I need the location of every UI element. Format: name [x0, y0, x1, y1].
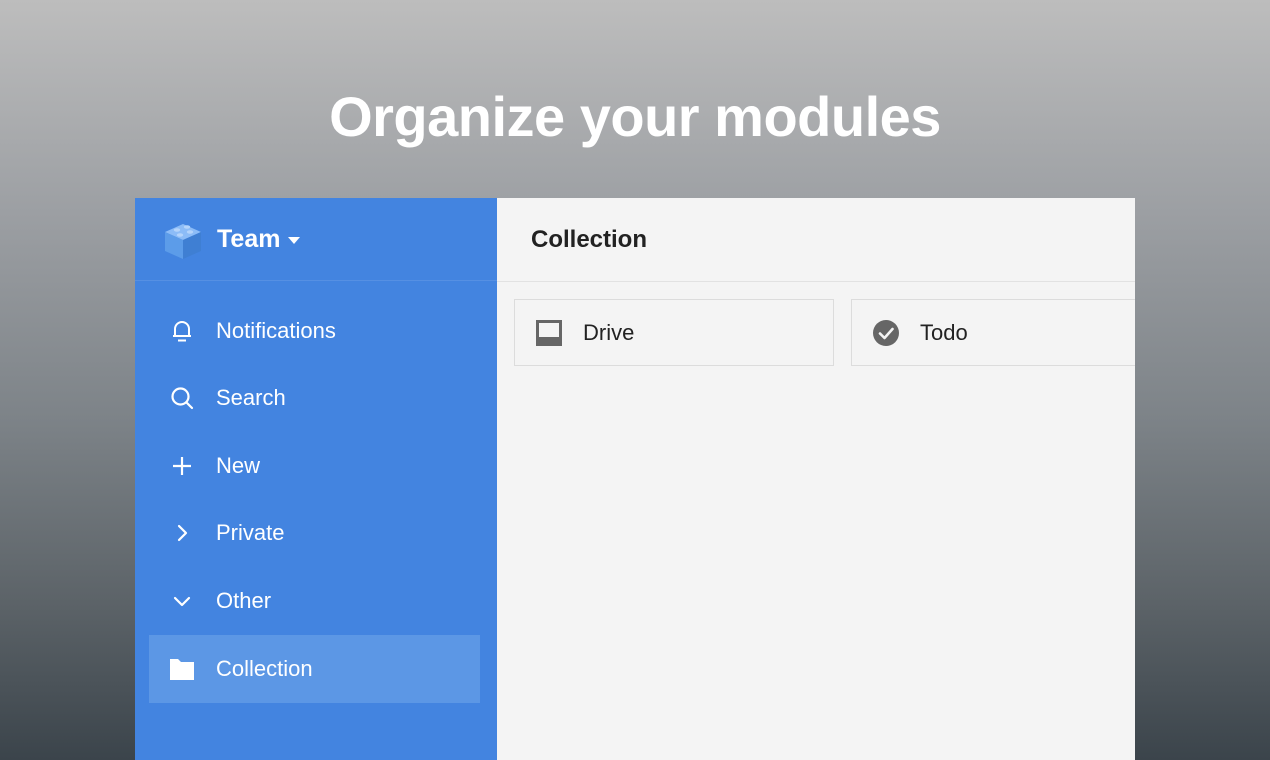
lego-brick-icon — [165, 224, 201, 259]
check-circle-icon — [872, 319, 900, 347]
page-title: Collection — [531, 225, 648, 253]
sidebar-item-label: Collection — [216, 655, 313, 681]
team-switcher[interactable]: Team — [135, 198, 497, 281]
sidebar-item-other[interactable]: Other — [135, 567, 497, 635]
sidebar-item-new[interactable]: New — [135, 432, 497, 500]
module-card-todo[interactable]: Todo — [851, 299, 1135, 366]
bell-icon — [169, 318, 195, 344]
main-header: Collection — [497, 198, 1135, 282]
team-name: Team — [217, 224, 281, 253]
folder-icon — [169, 656, 195, 682]
sidebar-item-private[interactable]: Private — [135, 500, 497, 568]
chevron-right-icon — [169, 520, 195, 546]
module-card-label: Todo — [920, 319, 968, 345]
sidebar: Team Notifications Search New Private Ot… — [135, 198, 497, 760]
headline: Organize your modules — [329, 85, 941, 148]
module-card-label: Drive — [583, 319, 635, 345]
app-window: Team Notifications Search New Private Ot… — [135, 198, 1135, 760]
caret-down-icon — [288, 237, 301, 244]
sidebar-item-collection[interactable]: Collection — [149, 634, 480, 703]
sidebar-item-label: Private — [216, 520, 285, 546]
plus-icon — [169, 453, 195, 479]
sidebar-item-label: Other — [216, 587, 272, 613]
sidebar-item-label: Search — [216, 385, 286, 411]
drive-icon — [535, 319, 563, 347]
chevron-down-icon — [169, 588, 195, 614]
sidebar-item-search[interactable]: Search — [135, 365, 497, 433]
search-icon — [169, 385, 195, 411]
main-panel: Collection Drive Todo — [497, 198, 1135, 760]
sidebar-nav: Notifications Search New Private Other C… — [135, 281, 497, 703]
sidebar-item-notifications[interactable]: Notifications — [135, 297, 497, 365]
sidebar-item-label: New — [216, 452, 261, 478]
sidebar-item-label: Notifications — [216, 317, 336, 343]
module-card-drive[interactable]: Drive — [514, 299, 834, 366]
module-list: Drive Todo — [514, 299, 1135, 366]
